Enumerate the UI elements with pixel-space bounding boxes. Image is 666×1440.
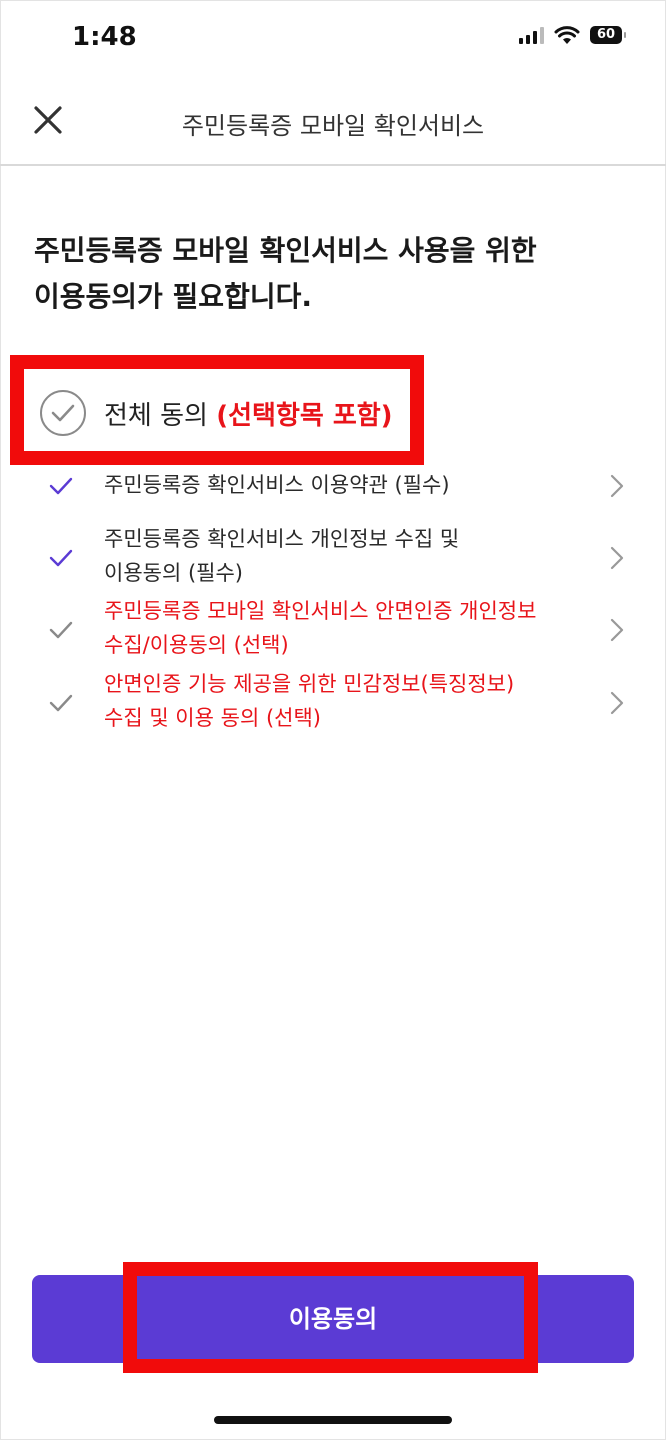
term-label: 주민등록증 확인서비스 이용약관 (필수) — [104, 473, 450, 497]
term-item-terms-of-use[interactable]: 주민등록증 확인서비스 이용약관 (필수) — [0, 466, 666, 506]
check-circle-icon — [40, 390, 86, 436]
chevron-right-icon[interactable] — [610, 618, 624, 642]
term-item-face-auth[interactable]: 주민등록증 모바일 확인서비스 안면인증 개인정보 수집/이용동의 (선택) — [0, 594, 666, 664]
term-label: 안면인증 기능 제공을 위한 민감정보(특징정보) 수집 및 이용 동의 (선택… — [104, 672, 515, 730]
home-indicator — [214, 1416, 452, 1424]
term-label: 주민등록증 확인서비스 개인정보 수집 및 이용동의 (필수) — [104, 527, 460, 585]
agree-all-checkbox[interactable]: 전체 동의 (선택항목 포함) — [40, 390, 393, 436]
chevron-right-icon[interactable] — [610, 691, 624, 715]
status-icons: 60 — [519, 25, 626, 45]
chevron-right-icon[interactable] — [610, 474, 624, 498]
agree-all-text: 전체 동의 — [104, 400, 208, 431]
check-icon — [49, 694, 73, 712]
main-heading: 주민등록증 모바일 확인서비스 사용을 위한 이용동의가 필요합니다. — [34, 234, 537, 313]
cellular-signal-icon — [519, 26, 544, 44]
term-label: 주민등록증 모바일 확인서비스 안면인증 개인정보 수집/이용동의 (선택) — [104, 599, 537, 657]
agree-all-label: 전체 동의 (선택항목 포함) — [104, 395, 393, 432]
agree-all-option-note: (선택항목 포함) — [216, 400, 393, 431]
battery-icon: 60 — [590, 26, 626, 44]
app-header: 주민등록증 모바일 확인서비스 — [0, 78, 666, 166]
term-item-personal-info[interactable]: 주민등록증 확인서비스 개인정보 수집 및 이용동의 (필수) — [0, 522, 666, 592]
check-icon — [49, 621, 73, 639]
wifi-icon — [554, 26, 580, 44]
agree-button-label: 이용동의 — [288, 1305, 378, 1333]
check-icon — [49, 549, 73, 567]
page-title: 주민등록증 모바일 확인서비스 — [181, 112, 485, 140]
check-icon — [49, 477, 73, 495]
chevron-right-icon[interactable] — [610, 546, 624, 570]
term-item-sensitive-info[interactable]: 안면인증 기능 제공을 위한 민감정보(특징정보) 수집 및 이용 동의 (선택… — [0, 667, 666, 737]
status-time: 1:48 — [72, 22, 137, 52]
